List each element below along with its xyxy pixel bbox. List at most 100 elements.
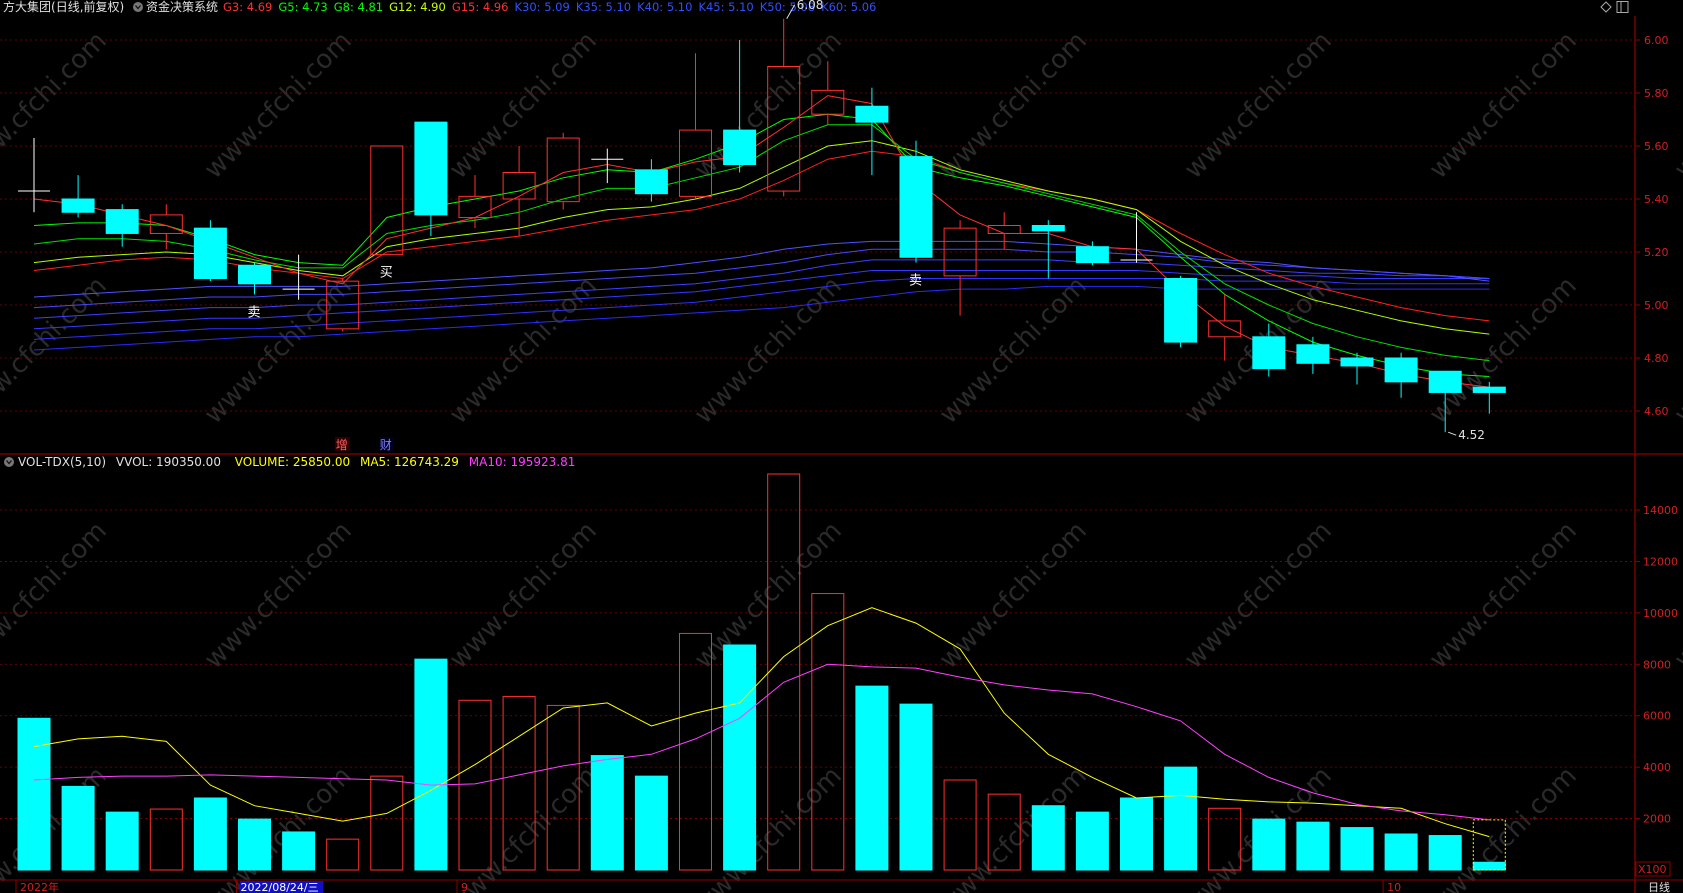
watermark-text: www.cfchi.com	[0, 271, 113, 430]
candle-body	[1208, 320, 1242, 338]
candle[interactable]	[1075, 241, 1109, 266]
volume-bar[interactable]	[193, 797, 227, 871]
price-tick-label: 4.60	[1644, 405, 1669, 418]
candle[interactable]	[414, 121, 448, 237]
candle[interactable]	[943, 220, 977, 316]
candle[interactable]	[1296, 336, 1330, 374]
candle-body	[1384, 357, 1418, 383]
price-tick-label: 6.00	[1644, 34, 1669, 47]
diamond-icon[interactable]	[1600, 1, 1612, 13]
volume-tick-label: 14000	[1643, 504, 1678, 517]
volume-bar[interactable]	[1428, 835, 1462, 871]
chart-canvas[interactable]: www.cfchi.com www.cfchi.com www.cfchi.com w…	[0, 0, 1683, 893]
ma10-value: MA10: 195923.81	[469, 455, 576, 469]
candle[interactable]	[634, 159, 668, 202]
watermark-text: www.cfchi.com	[934, 271, 1093, 430]
volume-bar[interactable]	[326, 838, 360, 871]
extreme-price-label: 6.08	[797, 0, 824, 12]
date-label: 2022/08/24/三	[241, 881, 319, 893]
watermark-text: www.cfchi.com	[0, 26, 113, 185]
candle[interactable]	[546, 132, 580, 210]
indicator-k60: K60: 5.06	[821, 0, 876, 14]
volume-ma10-line	[33, 663, 1490, 821]
indicator-g8: G8: 4.81	[334, 0, 383, 14]
volume-bar[interactable]	[1384, 833, 1418, 871]
vvol-value: VVOL: 190350.00	[116, 455, 221, 469]
candle-body	[1428, 370, 1462, 393]
system-dropdown-icon[interactable]	[133, 2, 143, 12]
candle[interactable]	[18, 138, 50, 213]
candle[interactable]	[591, 148, 624, 184]
volume-value: VOLUME: 25850.00	[235, 455, 350, 469]
indicator-g15: G15: 4.96	[452, 0, 509, 14]
candle[interactable]	[282, 254, 315, 300]
price-tick-label: 5.60	[1644, 140, 1669, 153]
volume-bar[interactable]	[1120, 797, 1153, 871]
indicator-g5: G5: 4.73	[278, 0, 327, 14]
candle[interactable]	[61, 175, 95, 218]
watermark-text: www.cfchi.com	[934, 26, 1093, 185]
volume-bar[interactable]	[414, 658, 448, 871]
window-icon[interactable]	[1616, 1, 1629, 13]
candle[interactable]	[238, 262, 271, 295]
volume-bar[interactable]	[17, 717, 51, 871]
indicator-k45: K45: 5.10	[698, 0, 753, 14]
ma-indicator-values: G3: 4.69 G5: 4.73 G8: 4.81 G12: 4.90 G15: 4.…	[223, 0, 876, 14]
candle[interactable]	[1384, 352, 1418, 398]
volume-unit-label: X100	[1638, 863, 1667, 876]
stock-name-mode: 方大集团(日线,前复权)	[3, 0, 124, 14]
watermark-text: www.cfchi.com	[689, 271, 848, 430]
trade-signal-label: 卖	[248, 305, 261, 320]
candle[interactable]	[1164, 275, 1198, 348]
candle[interactable]	[899, 140, 933, 263]
volume-bar[interactable]	[61, 785, 95, 871]
date-label: 2022年	[20, 880, 59, 893]
candle-body	[193, 227, 227, 279]
volume-bar[interactable]	[811, 593, 845, 871]
ma-line-g15	[33, 150, 1490, 322]
candle-body	[811, 89, 845, 115]
candle[interactable]	[1340, 352, 1374, 385]
watermark-text: www.cfchi.com	[1424, 761, 1583, 893]
volume-tick-label: 12000	[1643, 555, 1678, 568]
volume-bar[interactable]	[855, 685, 889, 871]
candle[interactable]	[193, 220, 227, 282]
candle-body	[414, 121, 448, 216]
volume-bar[interactable]	[1296, 821, 1330, 871]
volume-tick-label: 2000	[1643, 813, 1671, 826]
candle-body	[61, 198, 95, 213]
volume-bar[interactable]	[634, 775, 668, 871]
volume-bar[interactable]	[1252, 818, 1286, 871]
indicator-dropdown-icon[interactable]	[4, 457, 14, 467]
indicator-g3: G3: 4.69	[223, 0, 272, 14]
period-label[interactable]: 日线	[1648, 880, 1670, 893]
volume-bar[interactable]	[899, 703, 933, 871]
extreme-pointer	[1448, 431, 1457, 436]
candle[interactable]	[105, 204, 139, 247]
volume-bar[interactable]	[1472, 861, 1506, 871]
volume-bar[interactable]	[458, 699, 492, 871]
volume-bar[interactable]	[1340, 827, 1374, 871]
volume-bar[interactable]	[282, 831, 316, 871]
watermark-text: www.cfchi.com	[1669, 26, 1683, 185]
candle[interactable]	[149, 204, 183, 250]
volume-bar[interactable]	[1075, 811, 1109, 871]
volume-bar[interactable]	[105, 811, 139, 871]
price-tick-label: 5.00	[1644, 299, 1669, 312]
event-tag[interactable]: 增	[336, 438, 348, 452]
volume-bar[interactable]	[370, 775, 404, 871]
volume-bar[interactable]	[238, 818, 271, 871]
candle[interactable]	[987, 212, 1021, 250]
volume-bar[interactable]	[723, 644, 757, 871]
volume-bar[interactable]	[1031, 805, 1065, 871]
candle[interactable]	[1031, 220, 1065, 279]
volume-bar[interactable]	[943, 779, 977, 871]
watermark-text: www.cfchi.com	[934, 516, 1093, 675]
volume-bar[interactable]	[1164, 766, 1198, 871]
watermark-text: www.cfchi.com	[0, 761, 113, 893]
candle-body	[1472, 386, 1506, 393]
candle-body	[1031, 225, 1065, 232]
price-grid	[0, 39, 1635, 412]
event-tag[interactable]: 财	[380, 438, 392, 452]
volume-bar[interactable]	[590, 755, 624, 871]
